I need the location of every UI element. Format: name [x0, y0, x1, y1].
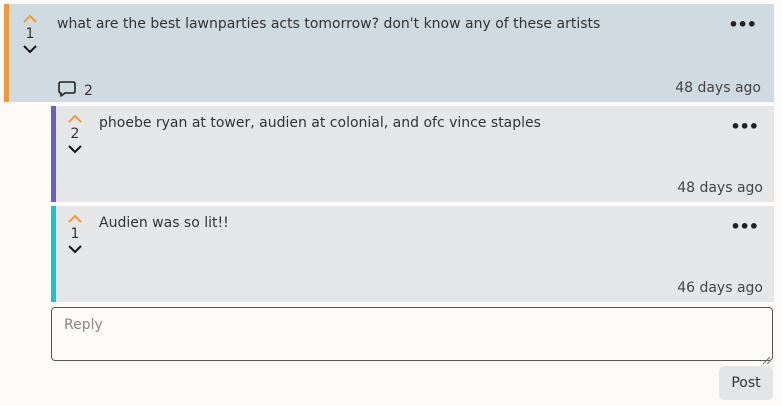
post-timestamp: 48 days ago — [675, 80, 761, 96]
reply-vote-column: 2 — [62, 113, 88, 155]
reply-timestamp: 48 days ago — [677, 180, 763, 196]
post-vote-column: 1 — [17, 13, 43, 55]
comments-link[interactable]: 2 — [57, 80, 93, 102]
reply-body: Audien was so lit!! — [99, 215, 229, 231]
reply-body: phoebe ryan at tower, audien at colonial… — [99, 115, 541, 131]
upvote-icon[interactable] — [22, 13, 38, 25]
reply-score: 2 — [70, 126, 80, 142]
comment-count: 2 — [84, 83, 93, 99]
reply-card: 1 Audien was so lit!! ••• 46 days ago — [51, 206, 774, 302]
post-body: what are the best lawnparties acts tomor… — [57, 16, 601, 32]
post-card: 1 what are the best lawnparties acts tom… — [4, 4, 774, 102]
post-score: 1 — [25, 26, 35, 42]
reply-input[interactable] — [51, 307, 773, 361]
reply-card: 2 phoebe ryan at tower, audien at coloni… — [51, 106, 774, 202]
upvote-icon[interactable] — [67, 213, 83, 225]
downvote-icon[interactable] — [22, 43, 38, 55]
speech-bubble-icon — [57, 80, 77, 102]
reply-vote-column: 1 — [62, 213, 88, 255]
reply-menu-icon[interactable]: ••• — [730, 219, 759, 235]
downvote-icon[interactable] — [67, 143, 83, 155]
reply-menu-icon[interactable]: ••• — [730, 119, 759, 135]
resize-grip-icon[interactable] — [762, 350, 771, 365]
upvote-icon[interactable] — [67, 113, 83, 125]
reply-score: 1 — [70, 226, 80, 242]
post-button[interactable]: Post — [719, 366, 773, 400]
reply-timestamp: 46 days ago — [677, 280, 763, 296]
downvote-icon[interactable] — [67, 243, 83, 255]
post-menu-icon[interactable]: ••• — [728, 17, 757, 33]
